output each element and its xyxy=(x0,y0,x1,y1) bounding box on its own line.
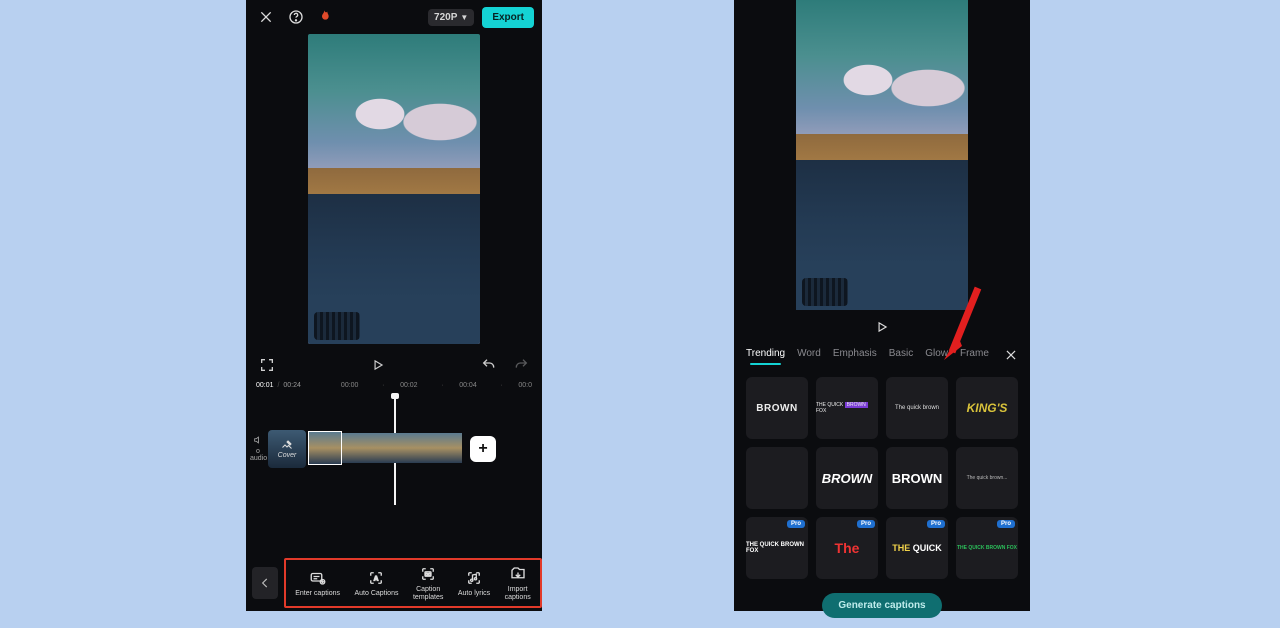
close-icon[interactable] xyxy=(254,5,278,29)
time-duration: 00:24 xyxy=(283,382,301,389)
time-current: 00:01 xyxy=(256,382,274,389)
template-grid: BROWN THE QUICK BROWN FOX The quick brow… xyxy=(734,371,1030,589)
template-text: The xyxy=(835,540,860,556)
pro-badge: Pro xyxy=(927,520,945,528)
audio-toggle-label: o audio xyxy=(250,448,266,463)
tool-label: Auto Captions xyxy=(355,590,399,597)
template-tile[interactable] xyxy=(746,447,808,509)
resolution-selector[interactable]: 720P ▼ xyxy=(428,9,474,26)
clip[interactable] xyxy=(432,433,462,463)
template-tile[interactable]: Pro THE QUICK xyxy=(886,517,948,579)
tool-label: Caption templates xyxy=(413,586,443,601)
template-text: The quick brown xyxy=(895,405,939,411)
redo-icon[interactable] xyxy=(510,354,532,376)
template-tile[interactable]: Pro THE QUICK BROWN FOX xyxy=(956,517,1018,579)
bottom-toolbar: Enter captions A Auto Captions CC Captio… xyxy=(246,555,542,611)
time-tick: 00:04 xyxy=(459,382,477,389)
template-tile[interactable]: BROWN xyxy=(816,447,878,509)
template-text: THE QUICK BROWN FOX xyxy=(816,402,878,414)
template-text: The quick brown... xyxy=(967,475,1008,481)
preview-controls xyxy=(246,344,542,378)
help-icon[interactable] xyxy=(284,5,308,29)
tab-basic[interactable]: Basic xyxy=(889,348,913,365)
pro-badge: Pro xyxy=(857,520,875,528)
chevron-down-icon: ▼ xyxy=(460,13,468,22)
clip[interactable] xyxy=(402,433,432,463)
tool-label: Auto lyrics xyxy=(458,590,490,597)
add-icon: + xyxy=(478,440,487,458)
tool-label: Enter captions xyxy=(295,590,340,597)
time-tick: 00:00 xyxy=(341,382,359,389)
fullscreen-icon[interactable] xyxy=(256,354,278,376)
tab-glow[interactable]: Glow xyxy=(925,348,948,365)
pro-badge: Pro xyxy=(787,520,805,528)
template-tile[interactable]: THE QUICK BROWN FOX xyxy=(816,377,878,439)
clip[interactable] xyxy=(308,431,342,465)
time-tick: 00:02 xyxy=(400,382,418,389)
tab-frame[interactable]: Frame xyxy=(960,348,989,365)
enter-captions-button[interactable]: Enter captions xyxy=(295,569,340,597)
tab-word[interactable]: Word xyxy=(797,348,821,365)
pro-badge: Pro xyxy=(997,520,1015,528)
generate-captions-button[interactable]: Generate captions xyxy=(822,593,941,618)
add-clip-button[interactable]: + xyxy=(470,436,496,462)
import-captions-button[interactable]: Import captions xyxy=(505,565,531,601)
play-icon[interactable] xyxy=(871,316,893,338)
clip-strip[interactable] xyxy=(308,433,462,465)
editor-topbar: 720P ▼ Export xyxy=(246,0,542,34)
auto-captions-button[interactable]: A Auto Captions xyxy=(355,569,399,597)
template-text: THE QUICK xyxy=(892,543,942,553)
template-tile[interactable]: Pro The xyxy=(816,517,878,579)
clip[interactable] xyxy=(342,433,372,463)
template-tile[interactable]: The quick brown xyxy=(886,377,948,439)
video-preview[interactable] xyxy=(796,0,968,310)
template-text: THE QUICK BROWN FOX xyxy=(957,545,1017,551)
template-tile[interactable]: Pro THE QUICK BROWN FOX xyxy=(746,517,808,579)
template-text: KING'S xyxy=(967,401,1008,415)
template-tile[interactable]: BROWN xyxy=(886,447,948,509)
tab-trending[interactable]: Trending xyxy=(746,348,785,365)
time-tick: 00:0 xyxy=(518,382,532,389)
template-text: BROWN xyxy=(822,471,873,486)
auto-lyrics-button[interactable]: Auto lyrics xyxy=(458,569,490,597)
audio-toggle[interactable]: o audio xyxy=(250,435,266,463)
templates-screen: Trending Word Emphasis Basic Glow Frame … xyxy=(734,0,1030,611)
svg-text:A: A xyxy=(374,576,379,582)
play-icon[interactable] xyxy=(367,354,389,376)
template-text: BROWN xyxy=(756,403,797,414)
template-tile[interactable]: BROWN xyxy=(746,377,808,439)
close-icon[interactable] xyxy=(1004,348,1018,365)
cover-button[interactable]: Cover xyxy=(268,430,306,468)
clip[interactable] xyxy=(372,433,402,463)
back-button[interactable] xyxy=(252,567,278,599)
cover-label: Cover xyxy=(278,452,297,459)
svg-text:CC: CC xyxy=(425,573,431,577)
resolution-label: 720P xyxy=(434,12,457,23)
timeline[interactable]: o audio Cover + xyxy=(246,395,542,505)
editor-screen: 720P ▼ Export 00:01 / 00:24 00 xyxy=(246,0,542,611)
flame-icon[interactable] xyxy=(314,7,334,27)
template-tile[interactable]: KING'S xyxy=(956,377,1018,439)
tool-label: Import captions xyxy=(505,586,531,601)
export-button[interactable]: Export xyxy=(482,7,534,28)
template-tile[interactable]: The quick brown... xyxy=(956,447,1018,509)
template-tabs: Trending Word Emphasis Basic Glow Frame xyxy=(734,348,1030,371)
template-text: THE QUICK BROWN FOX xyxy=(746,542,808,554)
tab-emphasis[interactable]: Emphasis xyxy=(833,348,877,365)
undo-icon[interactable] xyxy=(478,354,500,376)
caption-templates-button[interactable]: CC Caption templates xyxy=(413,565,443,601)
video-preview[interactable] xyxy=(308,34,480,344)
caption-toolbar-highlight: Enter captions A Auto Captions CC Captio… xyxy=(284,558,542,608)
template-text: BROWN xyxy=(892,471,943,486)
